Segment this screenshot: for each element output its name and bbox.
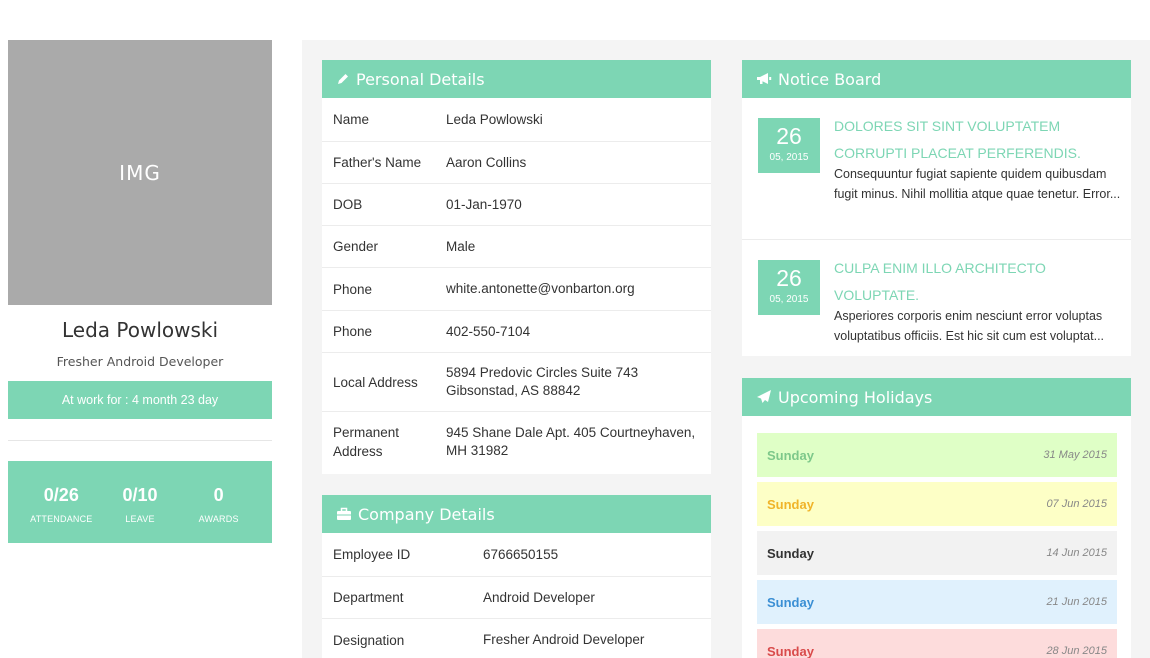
- row-label: Phone: [333, 324, 373, 339]
- stat-awards: 0 AWARDS: [184, 461, 254, 543]
- notice-month: 05, 2015: [769, 294, 809, 305]
- table-row: Name Leda Powlowski: [322, 98, 711, 142]
- table-row: Father's Name Aaron Collins: [322, 142, 711, 184]
- notice-item[interactable]: 26 05, 2015 CULPA ENIM ILLO ARCHITECTO V…: [742, 240, 1131, 356]
- row-label: Gender: [333, 239, 379, 254]
- stat-label: LEAVE: [125, 514, 155, 524]
- notice-day: 26: [776, 123, 802, 149]
- holiday-day: Sunday: [767, 594, 814, 610]
- holiday-day: Sunday: [767, 496, 814, 512]
- profile-name: Leda Powlowski: [61, 318, 219, 342]
- stat-value: 0/26: [43, 485, 79, 505]
- holiday-day: Sunday: [767, 447, 814, 463]
- row-value: Aaron Collins: [446, 154, 527, 170]
- table-row: Gender Male: [322, 226, 711, 268]
- notice-board-header: Notice Board: [742, 60, 1131, 98]
- stat-value: 0: [213, 485, 224, 505]
- row-value: white.antonette@vonbarton.org: [446, 281, 635, 296]
- row-value: Fresher Android Developer: [483, 632, 645, 647]
- row-label: Employee ID: [333, 547, 411, 562]
- profile-image-placeholder: IMG: [8, 40, 272, 305]
- row-label: DOB: [333, 197, 363, 212]
- row-value: Male: [446, 238, 476, 254]
- stats-panel: 0/26 ATTENDANCE 0/10 LEAVE 0 AWARDS: [8, 461, 272, 543]
- table-row: Phone 402-550-7104: [322, 311, 711, 353]
- table-row: Local Address 5894 Predovic Circles Suite…: [322, 353, 711, 412]
- work-duration-bar: At work for : 4 month 23 day: [8, 381, 272, 419]
- table-row: DOB 01-Jan-1970: [322, 184, 711, 226]
- row-label: Name: [333, 112, 370, 127]
- paper-plane-icon: [757, 390, 771, 403]
- personal-details-table: Name Leda Powlowski Father's Name Aaron Co…: [322, 98, 711, 474]
- panel-title: Upcoming Holidays: [778, 387, 933, 407]
- stat-label: ATTENDANCE: [30, 514, 93, 524]
- profile-image-label: IMG: [119, 160, 161, 185]
- holiday-row: Sunday 21 Jun 2015: [757, 580, 1117, 624]
- notice-title-link[interactable]: DOLORES SIT SINT VOLUPTATEM CORRUPTI PLA…: [834, 113, 1114, 167]
- company-details-table: Employee ID 6766650155 Department Android …: [322, 533, 711, 658]
- row-value: 6766650155: [483, 546, 559, 562]
- notice-title-link[interactable]: CULPA ENIM ILLO ARCHITECTO VOLUPTATE.: [834, 255, 1114, 309]
- table-row: Employee ID 6766650155: [322, 533, 711, 577]
- bullhorn-icon: [757, 73, 772, 84]
- notice-date-badge: 26 05, 2015: [758, 260, 820, 315]
- row-label: Phone: [333, 281, 373, 297]
- holiday-date: 31 May 2015: [1043, 449, 1107, 461]
- work-duration-text: At work for : 4 month 23 day: [61, 393, 219, 407]
- stat-label: AWARDS: [198, 514, 239, 524]
- holiday-date: 14 Jun 2015: [1046, 547, 1107, 559]
- row-label: Designation: [333, 632, 405, 648]
- holiday-date: 28 Jun 2015: [1046, 645, 1107, 657]
- holiday-date: 21 Jun 2015: [1046, 596, 1107, 608]
- stat-value: 0/10: [122, 485, 158, 505]
- row-value: Leda Powlowski: [446, 111, 543, 127]
- pencil-icon: [338, 74, 348, 84]
- holiday-day: Sunday: [767, 545, 814, 561]
- holiday-day: Sunday: [767, 643, 814, 658]
- row-value: Android Developer: [483, 589, 595, 605]
- holiday-row: Sunday 14 Jun 2015: [757, 531, 1117, 575]
- holiday-date: 07 Jun 2015: [1046, 498, 1107, 510]
- holiday-row: Sunday 07 Jun 2015: [757, 482, 1117, 526]
- profile-role: Fresher Android Developer: [56, 354, 224, 369]
- stat-attendance: 0/26 ATTENDANCE: [26, 461, 96, 543]
- row-label: Permanent Address: [333, 425, 400, 459]
- table-row: Phone white.antonette@vonbarton.org: [322, 268, 711, 311]
- notice-item[interactable]: 26 05, 2015 DOLORES SIT SINT VOLUPTATEM …: [742, 98, 1131, 240]
- divider: [8, 440, 272, 441]
- holidays-list: Sunday 31 May 2015 Sunday 07 Jun 2015 Su…: [742, 416, 1131, 658]
- personal-details-header: Personal Details: [322, 60, 711, 98]
- table-row: Designation Fresher Android Developer: [322, 619, 711, 658]
- row-label: Father's Name: [333, 155, 422, 170]
- holiday-row: Sunday 31 May 2015: [757, 433, 1117, 477]
- holiday-row: Sunday 28 Jun 2015: [757, 629, 1117, 658]
- row-value: 5894 Predovic Circles Suite 743 Gibsonst…: [446, 365, 639, 398]
- company-details-header: Company Details: [322, 495, 711, 533]
- row-label: Local Address: [333, 374, 418, 390]
- panel-title: Company Details: [358, 504, 495, 524]
- table-row: Department Android Developer: [322, 577, 711, 619]
- notice-text: Consequuntur fugiat sapiente quidem quib…: [834, 167, 1121, 201]
- upcoming-holidays-header: Upcoming Holidays: [742, 378, 1131, 416]
- row-value: 402-550-7104: [446, 323, 531, 339]
- panel-title: Personal Details: [356, 69, 485, 89]
- briefcase-icon: [337, 507, 351, 520]
- row-value: 945 Shane Dale Apt. 405 Courtneyhaven, M…: [446, 425, 696, 458]
- stat-leave: 0/10 LEAVE: [105, 461, 175, 543]
- notice-month: 05, 2015: [769, 152, 809, 163]
- row-label: Department: [333, 590, 404, 605]
- notice-board-list[interactable]: 26 05, 2015 DOLORES SIT SINT VOLUPTATEM …: [742, 98, 1131, 356]
- panel-title: Notice Board: [778, 69, 882, 89]
- notice-text: Asperiores corporis enim nesciunt error …: [834, 309, 1105, 343]
- row-value: 01-Jan-1970: [446, 196, 522, 212]
- table-row: Permanent Address 945 Shane Dale Apt. 405…: [322, 412, 711, 472]
- notice-date-badge: 26 05, 2015: [758, 118, 820, 173]
- notice-day: 26: [776, 265, 802, 291]
